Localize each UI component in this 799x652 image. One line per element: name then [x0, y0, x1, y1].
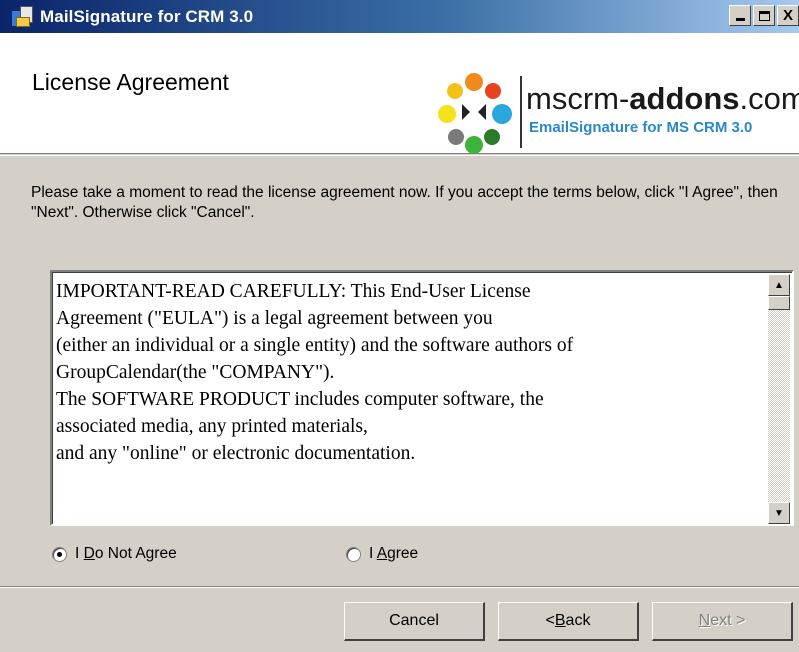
minimize-icon — [735, 18, 745, 21]
scroll-thumb[interactable] — [768, 296, 790, 310]
next-button[interactable]: Next > — [652, 602, 793, 641]
maximize-button[interactable] — [753, 5, 775, 26]
cancel-button[interactable]: Cancel — [344, 602, 485, 641]
license-line: The SOFTWARE PRODUCT includes computer s… — [56, 389, 544, 410]
scroll-down-button[interactable]: ▼ — [768, 502, 790, 524]
license-content: IMPORTANT-READ CAREFULLY: This End-User … — [56, 278, 762, 467]
license-line: and any "online" or electronic documenta… — [56, 443, 416, 464]
radio-checked-icon[interactable] — [52, 546, 67, 562]
license-line: Agreement ("EULA") is a legal agreement … — [56, 308, 493, 329]
radio-agree-label: I Agree — [369, 545, 419, 562]
arrow-down-icon: ▼ — [774, 507, 784, 519]
minimize-button[interactable] — [729, 5, 751, 26]
radio-do-not-agree[interactable]: I Do Not Agree — [52, 545, 177, 563]
logo-ring-icon — [438, 73, 512, 154]
installer-app-icon — [10, 4, 36, 30]
header-divider — [0, 155, 799, 156]
logo-subtitle: EmailSignature for MS CRM 3.0 — [529, 119, 753, 136]
license-line: associated media, any printed materials, — [56, 416, 368, 437]
caption-buttons: X — [727, 5, 799, 26]
scroll-up-button[interactable]: ▲ — [768, 274, 790, 296]
mscrm-addons-logo: mscrm-addons.com EmailSignature for MS C… — [434, 68, 799, 158]
license-line: (either an individual or a single entity… — [56, 335, 574, 356]
close-icon: X — [782, 7, 793, 24]
license-text-area[interactable]: IMPORTANT-READ CAREFULLY: This End-User … — [50, 270, 794, 526]
radio-do-not-agree-label: I Do Not Agree — [75, 545, 177, 562]
license-line: IMPORTANT-READ CAREFULLY: This End-User … — [56, 281, 531, 302]
maximize-icon — [758, 10, 770, 21]
arrow-up-icon: ▲ — [774, 279, 784, 291]
header-panel: License Agreement mscrm-addons.com Email… — [0, 33, 799, 154]
back-button[interactable]: < Back — [498, 602, 639, 641]
installer-window: MailSignature for CRM 3.0 X License Agre… — [0, 0, 799, 652]
page-title: License Agreement — [32, 69, 229, 95]
title-bar[interactable]: MailSignature for CRM 3.0 X — [0, 0, 799, 33]
license-line: GroupCalendar(the "COMPANY"). — [56, 362, 335, 383]
window-title: MailSignature for CRM 3.0 — [40, 6, 254, 26]
radio-agree[interactable]: I Agree — [346, 545, 418, 563]
close-button[interactable]: X — [777, 5, 799, 26]
license-scrollbar[interactable]: ▲ ▼ — [768, 274, 790, 524]
logo-brand-text: mscrm-addons.com — [526, 81, 799, 116]
footer-divider-highlight — [0, 587, 799, 588]
radio-unchecked-icon[interactable] — [346, 546, 361, 562]
instructions-text: Please take a moment to read the license… — [31, 184, 778, 221]
